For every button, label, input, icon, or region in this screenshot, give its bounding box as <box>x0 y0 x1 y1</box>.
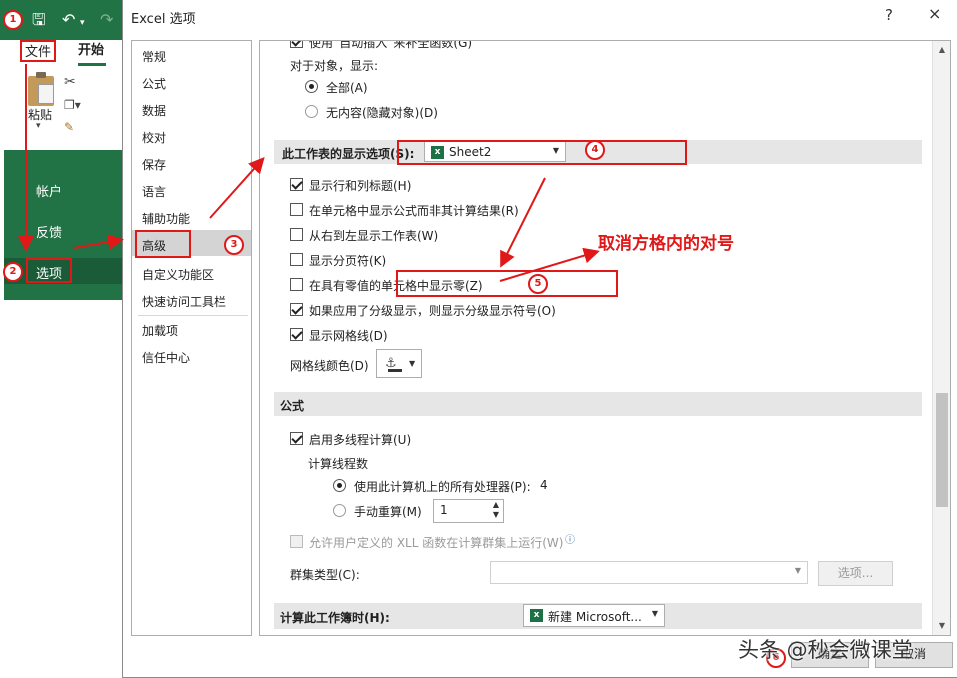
highlight-box-show-zeros <box>396 270 618 297</box>
paste-paper-icon <box>38 84 54 104</box>
objects-all-label[interactable]: 全部(A) <box>326 79 368 96</box>
excel-options-dialog: Excel 选项 ? × 常规 公式 数据 校对 保存 语言 辅助功能 高级 自… <box>122 0 957 678</box>
chevron-down-icon: ▼ <box>409 359 416 368</box>
category-accessibility[interactable]: 辅助功能 <box>142 210 190 227</box>
step-badge-5: 5 <box>528 274 548 294</box>
use-all-processors-radio[interactable] <box>333 479 346 492</box>
manual-threads-value: 1 <box>440 503 448 517</box>
watermark: 头条 @秒会微课堂 <box>738 638 913 662</box>
outline-symbols-label[interactable]: 如果应用了分级显示，则显示分级显示符号(O) <box>309 302 556 319</box>
chevron-down-icon: ▼ <box>794 566 801 575</box>
category-customize-ribbon[interactable]: 自定义功能区 <box>142 266 214 283</box>
category-proofing[interactable]: 校对 <box>142 129 166 146</box>
manual-threads-stepper[interactable]: 1 ▲ ▼ <box>433 499 504 523</box>
objects-nothing-radio[interactable] <box>305 105 318 118</box>
use-all-processors-label[interactable]: 使用此计算机上的所有处理器(P): <box>354 478 531 495</box>
vertical-scrollbar[interactable]: ▲ ▼ <box>932 41 950 635</box>
undo-dropdown-icon[interactable]: ▾ <box>80 14 85 32</box>
objects-nothing-label[interactable]: 无内容(隐藏对象)(D) <box>326 104 438 121</box>
highlight-box-options <box>26 258 72 283</box>
step-badge-3: 3 <box>224 235 244 255</box>
page-breaks-checkbox[interactable] <box>290 253 303 266</box>
category-add-ins[interactable]: 加载项 <box>142 322 178 339</box>
instruction-text: 取消方格内的对号 <box>598 234 734 254</box>
formulas-section: 公式 <box>274 392 922 416</box>
right-to-left-checkbox[interactable] <box>290 228 303 241</box>
excel-workbook-icon: x <box>530 609 543 622</box>
show-zeros-checkbox[interactable] <box>290 278 303 291</box>
show-formulas-label[interactable]: 在单元格中显示公式而非其计算结果(R) <box>309 202 519 219</box>
info-icon[interactable]: ⓘ <box>565 531 575 546</box>
objects-all-radio[interactable] <box>305 80 318 93</box>
step-badge-2: 2 <box>3 262 23 282</box>
formulas-section-title: 公式 <box>280 399 305 413</box>
format-painter-icon[interactable]: ✎ <box>64 120 74 134</box>
gridline-color-label: 网格线颜色(D) <box>290 359 369 373</box>
workbook-select[interactable]: x 新建 Microsoft... ▼ <box>523 604 665 627</box>
redo-icon[interactable]: ↷ <box>100 11 113 29</box>
manual-threads-label[interactable]: 手动重算(M) <box>354 503 422 520</box>
xll-cluster-label: 允许用户定义的 XLL 函数在计算群集上运行(W) <box>309 536 564 550</box>
manual-threads-radio[interactable] <box>333 504 346 517</box>
show-headers-checkbox[interactable] <box>290 178 303 191</box>
cluster-type-label: 群集类型(C): <box>290 568 360 582</box>
multithread-label[interactable]: 启用多线程计算(U) <box>309 431 411 448</box>
category-formulas[interactable]: 公式 <box>142 75 166 92</box>
step-badge-1: 1 <box>3 10 23 30</box>
help-button[interactable]: ? <box>885 6 893 24</box>
xll-cluster-checkbox[interactable] <box>290 535 303 548</box>
scrollbar-thumb[interactable] <box>936 393 948 507</box>
close-icon[interactable]: × <box>928 4 941 23</box>
highlight-box-sheet-options <box>397 140 687 165</box>
active-tab-indicator <box>78 63 106 66</box>
category-general[interactable]: 常规 <box>142 48 166 65</box>
copy-icon[interactable]: ❐▾ <box>64 98 81 112</box>
step-badge-4: 4 <box>585 140 605 160</box>
objects-display-label: 对于对象，显示: <box>290 59 379 73</box>
right-to-left-label[interactable]: 从右到左显示工作表(W) <box>309 227 438 244</box>
scroll-down-icon[interactable]: ▼ <box>937 621 947 630</box>
cluster-type-select[interactable]: ▼ <box>490 561 808 584</box>
sheet-display-title: 此工作表的显示选项(S): <box>282 147 415 161</box>
backstage-item-account[interactable]: 帐户 <box>36 181 62 200</box>
spin-arrows-icon[interactable]: ▲ ▼ <box>493 500 499 520</box>
threads-label: 计算线程数 <box>308 457 369 471</box>
category-quick-access-toolbar[interactable]: 快速访问工具栏 <box>142 293 226 310</box>
highlight-box-advanced <box>135 230 191 258</box>
tab-home[interactable]: 开始 <box>78 40 104 62</box>
undo-icon[interactable]: ↶ <box>62 11 75 29</box>
show-formulas-checkbox[interactable] <box>290 203 303 216</box>
cut-icon[interactable]: ✂ <box>64 74 76 90</box>
outline-symbols-checkbox[interactable] <box>290 303 303 316</box>
save-icon[interactable]: 🖫 <box>32 11 46 29</box>
gridlines-checkbox[interactable] <box>290 328 303 341</box>
color-swatch <box>388 369 402 372</box>
category-divider <box>138 315 248 316</box>
category-trust-center[interactable]: 信任中心 <box>142 349 190 366</box>
chevron-down-icon: ▼ <box>651 609 658 618</box>
autocomplete-label: 使用“自动插入”来补全函数(G) <box>309 40 473 50</box>
workbook-select-value: 新建 Microsoft... <box>548 610 642 624</box>
advanced-options-panel: 使用“自动插入”来补全函数(G) 对于对象，显示: 全部(A) 无内容(隐藏对象… <box>259 40 951 636</box>
scroll-up-icon[interactable]: ▲ <box>937 45 947 54</box>
tab-file[interactable]: 文件 <box>20 40 56 62</box>
category-save[interactable]: 保存 <box>142 156 166 173</box>
autocomplete-checkbox[interactable] <box>290 41 303 48</box>
processor-count: 4 <box>540 478 548 492</box>
category-language[interactable]: 语言 <box>142 183 166 200</box>
backstage-item-feedback[interactable]: 反馈 <box>36 222 62 241</box>
gridlines-label[interactable]: 显示网格线(D) <box>309 327 388 344</box>
category-list: 常规 公式 数据 校对 保存 语言 辅助功能 高级 自定义功能区 快速访问工具栏… <box>131 40 252 636</box>
cluster-options-button[interactable]: 选项... <box>818 561 893 586</box>
gridline-color-picker[interactable]: ⚓ ▼ <box>376 349 422 378</box>
paste-dropdown-icon[interactable]: ▾ <box>36 121 41 131</box>
category-data[interactable]: 数据 <box>142 102 166 119</box>
page-breaks-label[interactable]: 显示分页符(K) <box>309 252 386 269</box>
multithread-checkbox[interactable] <box>290 432 303 445</box>
dialog-title: Excel 选项 <box>131 12 196 27</box>
workbook-calc-title: 计算此工作簿时(H): <box>280 611 390 625</box>
show-headers-label[interactable]: 显示行和列标题(H) <box>309 177 411 194</box>
